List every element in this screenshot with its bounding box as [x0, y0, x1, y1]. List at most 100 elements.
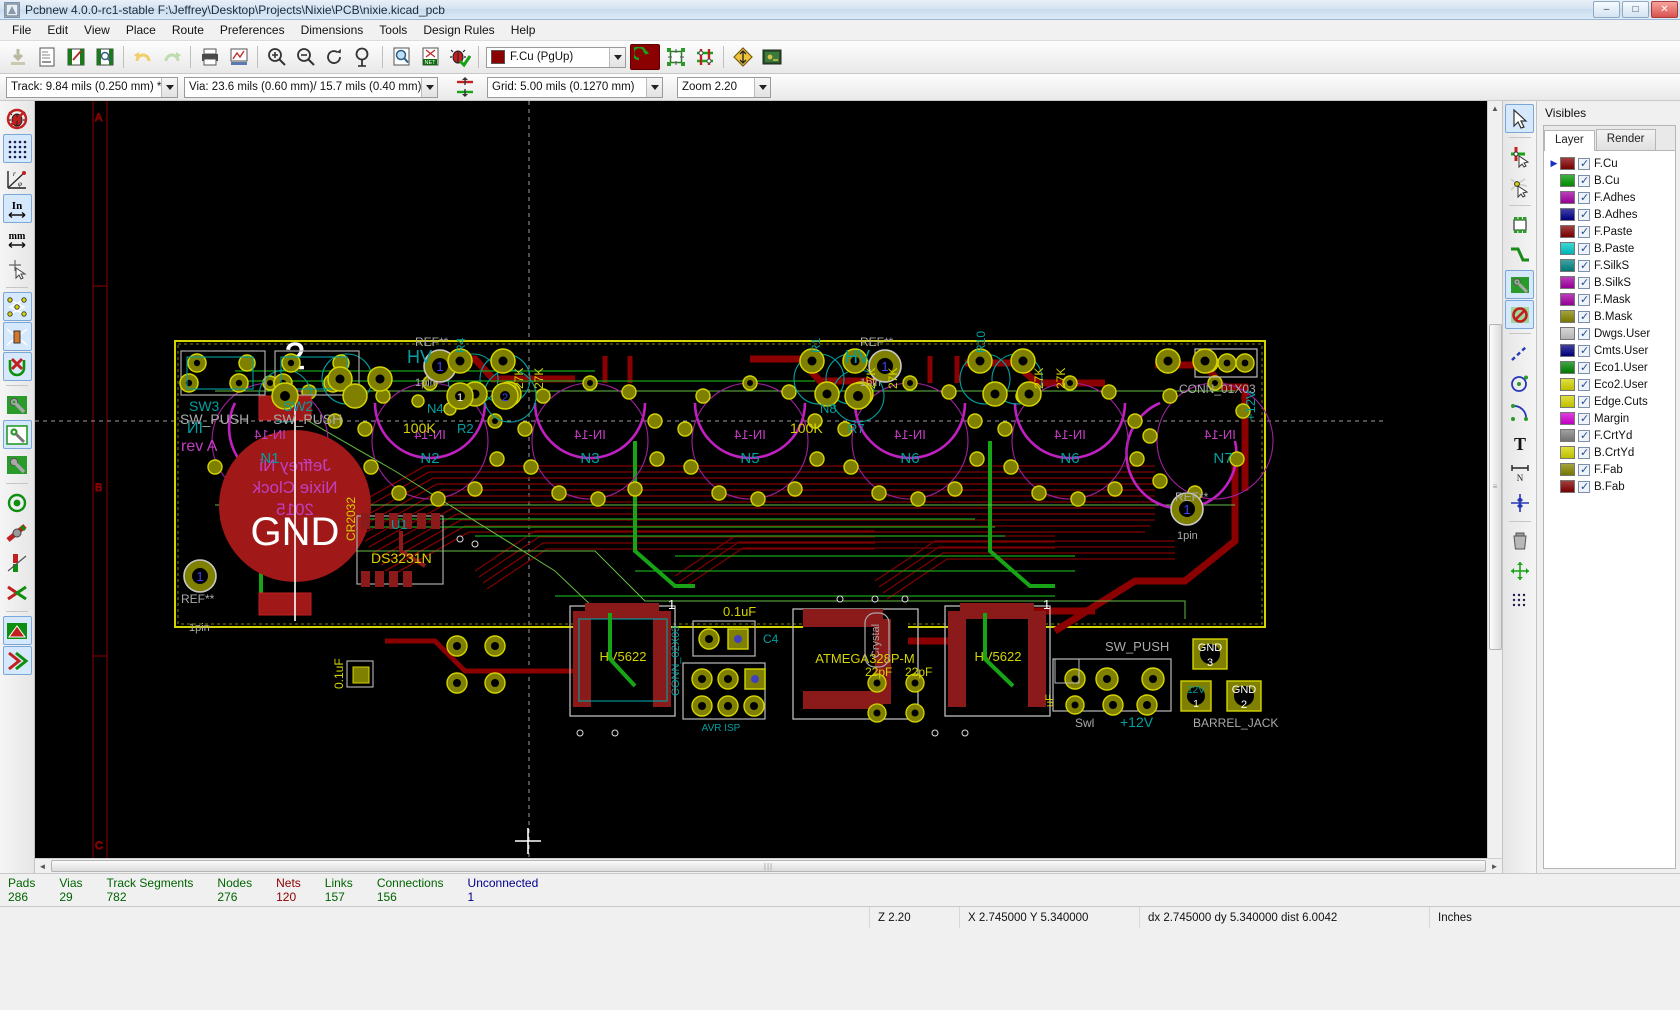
layer-visibility-checkbox[interactable] [1578, 276, 1590, 289]
layer-color-swatch[interactable] [1560, 259, 1575, 272]
vscroll-track[interactable]: ≡ [1488, 116, 1502, 858]
polar-coords-icon[interactable]: r φ [3, 164, 32, 193]
add-zone-icon[interactable] [1505, 270, 1534, 299]
page-settings-icon[interactable] [91, 44, 118, 70]
layer-row-b-mask[interactable]: B.Mask [1546, 308, 1675, 325]
layer-row-eco1-user[interactable]: Eco1.User [1546, 359, 1675, 376]
grid-select[interactable]: Grid: 5.00 mils (0.1270 mm) [487, 76, 663, 98]
layer-visibility-checkbox[interactable] [1578, 395, 1590, 408]
layer-color-swatch[interactable] [1560, 208, 1575, 221]
cursor-select-icon[interactable] [1505, 104, 1534, 133]
layer-row-f-paste[interactable]: F.Paste [1546, 223, 1675, 240]
maximize-button[interactable]: □ [1622, 1, 1649, 18]
scroll-left-arrow[interactable]: ◄ [35, 859, 50, 873]
find-icon[interactable] [388, 44, 415, 70]
layer-visibility-checkbox[interactable] [1578, 344, 1590, 357]
add-circle-icon[interactable] [1505, 368, 1534, 397]
layer-color-swatch[interactable] [1560, 344, 1575, 357]
zoom-out-icon[interactable] [292, 44, 319, 70]
layer-color-swatch[interactable] [1560, 327, 1575, 340]
layer-row-dwgs-user[interactable]: Dwgs.User [1546, 325, 1675, 342]
layer-row-eco2-user[interactable]: Eco2.User [1546, 376, 1675, 393]
cursor-shape-icon[interactable] [3, 254, 32, 283]
layer-visibility-checkbox[interactable] [1578, 259, 1590, 272]
layer-row-b-crtyd[interactable]: B.CrtYd [1546, 444, 1675, 461]
mode-track-icon[interactable] [691, 44, 718, 70]
layer-color-swatch[interactable] [1560, 242, 1575, 255]
window-controls[interactable]: – □ ✕ [1593, 1, 1678, 18]
canvas-horizontal-scrollbar[interactable]: ◄ ||| ► [35, 858, 1502, 873]
layer-visibility-checkbox[interactable] [1578, 463, 1590, 476]
layer-color-swatch[interactable] [1560, 225, 1575, 238]
drc-icon[interactable] [446, 44, 473, 70]
show-pads-outline-icon[interactable] [2, 646, 32, 675]
layer-color-swatch[interactable] [1560, 293, 1575, 306]
layer-row-b-adhes[interactable]: B.Adhes [1546, 206, 1675, 223]
menu-design-rules[interactable]: Design Rules [415, 21, 502, 39]
add-text-icon[interactable]: T [1505, 428, 1534, 457]
set-origin-icon[interactable] [1505, 556, 1534, 585]
menu-preferences[interactable]: Preferences [212, 21, 293, 39]
menu-place[interactable]: Place [118, 21, 164, 39]
show-module-ratsnest-icon[interactable] [2, 322, 32, 351]
layer-visibility-checkbox[interactable] [1578, 174, 1590, 187]
layer-row-f-crtyd[interactable]: F.CrtYd [1546, 427, 1675, 444]
scroll-right-arrow[interactable]: ► [1487, 859, 1502, 873]
track-width-select[interactable]: Track: 9.84 mils (0.250 mm) * [6, 76, 178, 98]
high-contrast-icon[interactable] [3, 548, 32, 577]
layer-row-f-fab[interactable]: F.Fab [1546, 461, 1675, 478]
auto-track-width-icon[interactable] [451, 74, 478, 100]
layer-color-swatch[interactable] [1560, 429, 1575, 442]
layer-alignment-icon[interactable] [3, 578, 32, 607]
add-line-icon[interactable] [1505, 338, 1534, 367]
scroll-up-arrow[interactable]: ▲ [1488, 101, 1502, 116]
delete-item-icon[interactable] [1505, 526, 1534, 555]
menu-file[interactable]: File [4, 21, 39, 39]
menu-tools[interactable]: Tools [371, 21, 415, 39]
layer-visibility-checkbox[interactable] [1578, 378, 1590, 391]
mode-via-icon[interactable] [630, 44, 660, 70]
layer-row-edge-cuts[interactable]: Edge.Cuts [1546, 393, 1675, 410]
mode-module-icon[interactable] [662, 44, 689, 70]
add-dimension-icon[interactable]: N [1505, 458, 1534, 487]
close-button[interactable]: ✕ [1651, 1, 1678, 18]
netlist-icon[interactable]: NET [417, 44, 444, 70]
layer-visibility-checkbox[interactable] [1578, 242, 1590, 255]
vscroll-thumb[interactable]: ≡ [1488, 323, 1502, 651]
zoom-redraw-icon[interactable] [321, 44, 348, 70]
pcb-canvas-area[interactable]: A B C 1 1 1 1 Jeffrey Ni Nixie Clock 201… [35, 101, 1502, 873]
show-zones-outline-icon[interactable] [2, 420, 32, 449]
layer-row-b-fab[interactable]: B.Fab [1546, 478, 1675, 495]
add-arc-icon[interactable] [1505, 398, 1534, 427]
via-size-select[interactable]: Via: 23.6 mils (0.60 mm)/ 15.7 mils (0.4… [184, 76, 438, 98]
layer-visibility-checkbox[interactable] [1578, 446, 1590, 459]
canvas-vertical-scrollbar[interactable]: ▲ ≡ ▼ [1487, 101, 1502, 873]
layer-color-swatch[interactable] [1560, 412, 1575, 425]
chevron-down-icon[interactable] [646, 77, 662, 97]
show-ratsnest-icon[interactable] [2, 292, 32, 321]
layer-row-cmts-user[interactable]: Cmts.User [1546, 342, 1675, 359]
tab-render[interactable]: Render [1595, 129, 1656, 150]
layer-color-swatch[interactable] [1560, 191, 1575, 204]
show-footprint-text-icon[interactable] [2, 616, 32, 645]
chevron-down-icon[interactable] [161, 77, 177, 97]
menu-route[interactable]: Route [164, 21, 212, 39]
track-sketch-icon[interactable] [3, 518, 32, 547]
layer-color-swatch[interactable] [1560, 463, 1575, 476]
local-ratsnest-icon[interactable] [1505, 172, 1534, 201]
layer-color-swatch[interactable] [1560, 446, 1575, 459]
layer-row-f-cu[interactable]: ▶ F.Cu [1546, 155, 1675, 172]
plot-icon[interactable] [225, 44, 252, 70]
via-sketch-icon[interactable] [3, 488, 32, 517]
chevron-down-icon[interactable] [421, 77, 437, 97]
layer-visibility-checkbox[interactable] [1578, 225, 1590, 238]
add-keepout-zone-icon[interactable] [1505, 300, 1534, 329]
layer-visibility-checkbox[interactable] [1578, 412, 1590, 425]
grid-visibility-icon[interactable] [2, 134, 32, 163]
pcb-drawing-canvas[interactable]: A B C 1 1 1 1 Jeffrey Ni Nixie Clock 201… [35, 101, 1385, 873]
zoom-in-icon[interactable] [263, 44, 290, 70]
show-ratsnest-icon[interactable] [729, 44, 756, 70]
undo-icon[interactable] [129, 44, 156, 70]
new-board-icon[interactable] [4, 44, 31, 70]
auto-delete-track-icon[interactable] [2, 352, 32, 381]
